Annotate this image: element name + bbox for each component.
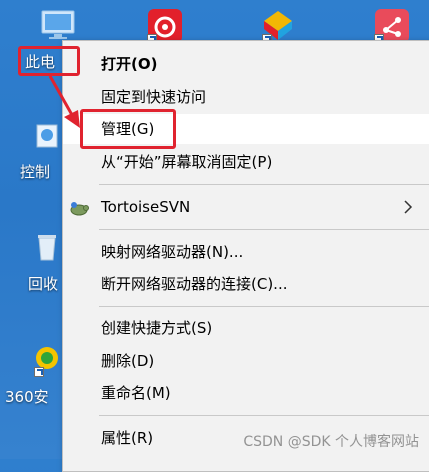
annotation-arrow-icon xyxy=(48,75,80,128)
watermark-text: CSDN @SDK 个人博客网站 xyxy=(243,434,419,450)
